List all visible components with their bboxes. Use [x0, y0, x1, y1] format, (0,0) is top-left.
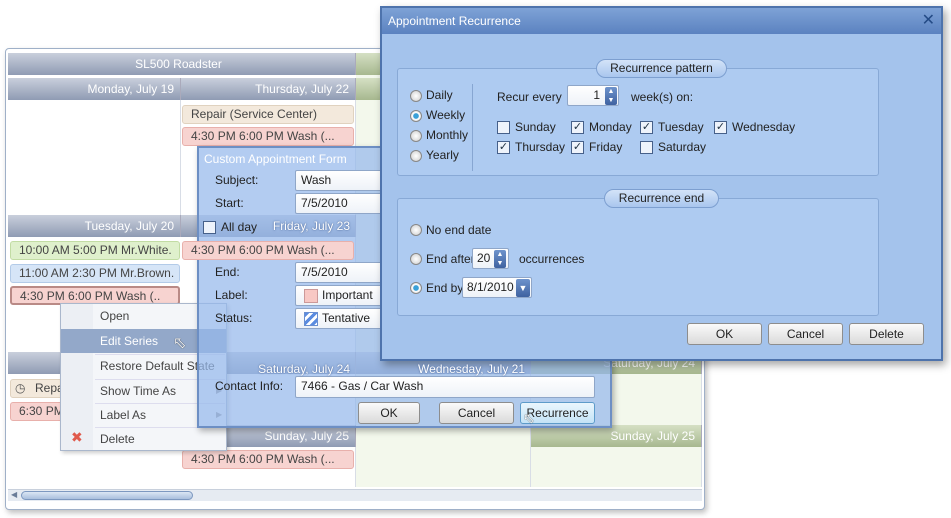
all-day-label: All day — [221, 220, 258, 234]
mouse-cursor-icon: ⬁ — [523, 410, 535, 426]
day-label: Thursday — [515, 140, 566, 154]
appointment[interactable]: 10:00 AM 5:00 PM Mr.White. — [10, 241, 180, 260]
all-day-checkbox[interactable] — [203, 221, 216, 234]
dialog-title: Appointment Recurrence — [382, 8, 941, 34]
close-icon[interactable]: ✕ — [922, 10, 935, 30]
end-by-radio[interactable] — [410, 282, 422, 294]
horizontal-scrollbar[interactable]: ◀ — [8, 489, 702, 501]
monthly-radio[interactable] — [410, 130, 422, 142]
day-label: Sunday — [515, 120, 556, 134]
day-label: Monday — [589, 120, 632, 134]
no-end-date-label: No end date — [426, 223, 492, 237]
scroll-left-icon[interactable]: ◀ — [11, 490, 17, 499]
day-checkbox-thursday[interactable]: ✓ — [497, 141, 510, 154]
weekly-label: Weekly — [426, 108, 466, 122]
spinner-arrows-icon[interactable]: ▲ ▼ — [494, 250, 506, 268]
day-label: Friday — [589, 140, 623, 154]
day-checkbox-saturday[interactable] — [640, 141, 653, 154]
end-label: End: — [215, 265, 240, 279]
subject-label: Subject: — [215, 173, 259, 187]
divider — [472, 84, 473, 171]
daily-radio[interactable] — [410, 90, 422, 102]
monthly-label: Monthly — [426, 128, 469, 142]
contact-info-label: Contact Info: — [215, 379, 284, 393]
day-header: Sunday, July 25 — [531, 425, 702, 447]
ok-button[interactable]: OK — [687, 323, 762, 345]
day-cell[interactable] — [8, 100, 181, 215]
weeks-on-label: week(s) on: — [631, 90, 694, 104]
recur-every-label: Recur every — [497, 90, 562, 104]
appointment[interactable]: 4:30 PM 6:00 PM Wash (... — [182, 241, 354, 260]
day-checkbox-tuesday[interactable]: ✓ — [640, 121, 653, 134]
cancel-button[interactable]: Cancel — [768, 323, 843, 345]
end-by-label: End by: — [426, 281, 467, 295]
end-after-label: End after: — [426, 252, 479, 266]
recurrence-end-legend: Recurrence end — [604, 189, 719, 208]
menu-item-delete[interactable]: Delete — [61, 427, 226, 451]
end-after-radio[interactable] — [410, 253, 422, 265]
tentative-status-icon — [304, 312, 318, 326]
start-label: Start: — [215, 196, 244, 210]
day-checkbox-wednesday[interactable]: ✓ — [714, 121, 727, 134]
delete-button[interactable]: Delete — [849, 323, 924, 345]
appointment[interactable]: 4:30 PM 6:00 PM Wash (... — [182, 450, 354, 469]
day-label: Saturday — [658, 140, 707, 154]
resource-header: SL500 Roadster — [8, 53, 356, 75]
yearly-radio[interactable] — [410, 150, 422, 162]
dropdown-arrow-icon[interactable]: ▼ — [516, 279, 530, 297]
delete-icon: ✖ — [71, 429, 83, 445]
day-label: Wednesday — [732, 120, 796, 134]
day-header: Monday, July 19 — [8, 78, 181, 100]
status-label: Status: — [215, 311, 253, 325]
label-color-swatch — [304, 289, 318, 303]
label-label: Label: — [215, 288, 248, 302]
scrollbar-thumb[interactable] — [21, 491, 193, 500]
day-checkbox-sunday[interactable] — [497, 121, 510, 134]
appointment[interactable]: 11:00 AM 2:30 PM Mr.Brown. — [10, 264, 180, 283]
appointment[interactable]: 4:30 PM 6:00 PM Wash (... — [182, 127, 354, 146]
weekly-radio[interactable] — [410, 110, 422, 122]
day-checkbox-monday[interactable]: ✓ — [571, 121, 584, 134]
day-checkbox-friday[interactable]: ✓ — [571, 141, 584, 154]
spinner-arrows-icon[interactable]: ▲ ▼ — [605, 87, 617, 105]
clock-icon: ◷ — [15, 381, 26, 395]
daily-label: Daily — [426, 88, 453, 102]
appointment[interactable]: Repair (Service Center) — [182, 105, 354, 124]
day-header-label: Saturday, July 24 — [258, 362, 350, 376]
appointment-recurrence-dialog: Appointment Recurrence ✕ Recurrence patt… — [380, 6, 943, 361]
day-header: Tuesday, July 20 — [8, 215, 181, 237]
day-label: Tuesday — [658, 120, 704, 134]
cancel-button[interactable]: Cancel — [439, 402, 514, 424]
ok-button[interactable]: OK — [358, 402, 420, 424]
day-header-label: Friday, July 23 — [272, 219, 350, 233]
day-header: Thursday, July 22 — [181, 78, 356, 100]
recurrence-pattern-legend: Recurrence pattern — [596, 59, 727, 78]
contact-info-input[interactable]: 7466 - Gas / Car Wash — [295, 376, 595, 398]
no-end-date-radio[interactable] — [410, 224, 422, 236]
mouse-cursor-icon: ⬁ — [173, 335, 187, 352]
day-header-label: Wednesday, July 21 — [418, 362, 525, 376]
occurrences-label: occurrences — [519, 252, 585, 266]
form-title: Custom Appointment Form — [204, 152, 347, 166]
recurrence-pattern-group — [397, 68, 879, 176]
yearly-label: Yearly — [426, 148, 459, 162]
